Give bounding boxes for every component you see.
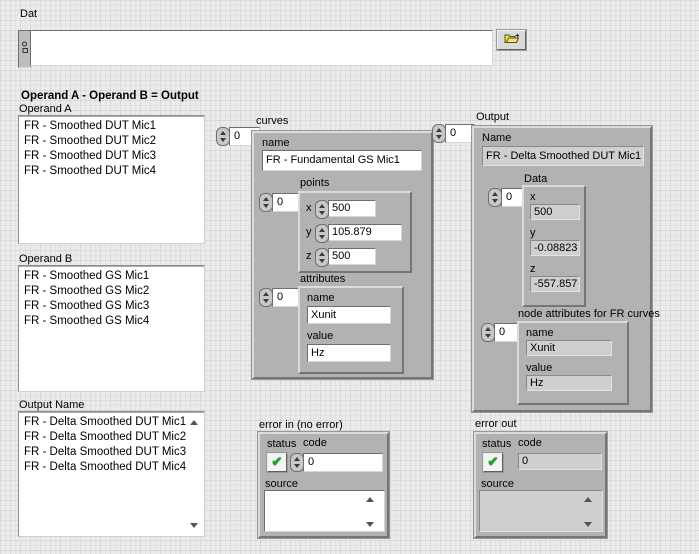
error-out-code-field: 0 <box>518 453 602 470</box>
operand-a-label: Operand A <box>19 103 72 115</box>
attribute-value-field[interactable]: Hz <box>307 344 391 362</box>
z-value-field[interactable]: 500 <box>328 248 376 265</box>
list-item[interactable]: FR - Smoothed GS Mic4 <box>24 314 204 329</box>
y-label: y <box>306 226 312 238</box>
operand-a-listbox[interactable]: FR - Smoothed DUT Mic1FR - Smoothed DUT … <box>18 115 205 244</box>
list-item[interactable]: FR - Delta Smoothed DUT Mic3 <box>24 445 204 460</box>
attribute-name-field[interactable]: Xunit <box>307 306 391 324</box>
error-in-code-field[interactable]: 0 <box>303 453 383 472</box>
error-out-source-label: source <box>481 478 514 490</box>
curves-index-spinner[interactable] <box>216 127 230 146</box>
list-item[interactable]: FR - Delta Smoothed DUT Mic2 <box>24 430 204 445</box>
points-label: points <box>300 177 329 189</box>
list-item[interactable]: FR - Smoothed DUT Mic1 <box>24 119 204 134</box>
data-x-label: x <box>530 191 536 203</box>
output-name-listbox[interactable]: FR - Delta Smoothed DUT Mic1FR - Delta S… <box>18 411 205 537</box>
error-in-code-label: code <box>303 437 327 449</box>
list-item[interactable]: FR - Smoothed GS Mic1 <box>24 269 204 284</box>
attributes-label: attributes <box>300 273 345 285</box>
node-attributes-cluster: name Xunit value Hz <box>517 321 629 405</box>
data-label: Data <box>524 173 547 185</box>
front-panel: Dat Operand A - Operand B = Output Opera… <box>0 0 699 554</box>
output-name-label: Output Name <box>19 399 84 411</box>
error-out-status-label: status <box>482 438 511 450</box>
y-spinner[interactable] <box>315 224 329 243</box>
output-name-field-label: Name <box>482 132 511 144</box>
output-cluster: Name FR - Delta Smoothed DUT Mic1 Data 0… <box>472 126 652 412</box>
node-attr-value-field: Hz <box>526 375 612 391</box>
list-item[interactable]: FR - Smoothed GS Mic2 <box>24 284 204 299</box>
output-index-spinner[interactable] <box>432 124 446 143</box>
data-z-label: z <box>530 263 536 275</box>
path-input[interactable] <box>30 30 493 66</box>
scroll-down-icon[interactable] <box>584 522 592 527</box>
output-index-field[interactable]: 0 <box>445 124 475 143</box>
error-in-status-label: status <box>267 438 296 450</box>
scroll-up-icon[interactable] <box>366 497 374 502</box>
browse-button[interactable] <box>497 30 526 50</box>
x-value-field[interactable]: 500 <box>328 200 376 217</box>
error-in-label: error in (no error) <box>259 419 343 431</box>
data-y-label: y <box>530 227 536 239</box>
operand-b-listbox[interactable]: FR - Smoothed GS Mic1FR - Smoothed GS Mi… <box>18 265 205 392</box>
list-item[interactable]: FR - Smoothed DUT Mic2 <box>24 134 204 149</box>
output-name-field: FR - Delta Smoothed DUT Mic1 <box>482 146 644 166</box>
data-y-field: -0.08823 <box>530 240 580 256</box>
curve-name-field[interactable]: FR - Fundamental GS Mic1 <box>262 150 422 171</box>
green-check-icon: ✔ <box>272 454 283 469</box>
node-attr-name-field: Xunit <box>526 340 612 356</box>
x-label: x <box>306 202 312 214</box>
node-attr-name-label: name <box>526 327 554 339</box>
curves-cluster: name FR - Fundamental GS Mic1 points 0 x… <box>252 131 433 379</box>
operand-b-label: Operand B <box>19 253 72 265</box>
scroll-down-icon[interactable] <box>366 522 374 527</box>
error-in-code-spinner[interactable] <box>290 453 304 472</box>
scroll-down-icon[interactable] <box>190 523 198 528</box>
error-out-label: error out <box>475 418 517 430</box>
x-spinner[interactable] <box>315 200 329 219</box>
data-x-field: 500 <box>530 204 580 220</box>
data-z-field: -557.857 <box>530 276 580 292</box>
error-out-status-indicator: ✔ <box>483 453 503 472</box>
list-item[interactable]: FR - Smoothed DUT Mic4 <box>24 164 204 179</box>
points-cluster: x 500 y 105.879 z 500 <box>298 191 412 273</box>
green-check-icon: ✔ <box>488 454 499 469</box>
error-out-code-label: code <box>518 437 542 449</box>
scroll-up-icon[interactable] <box>190 420 198 425</box>
z-label: z <box>306 250 312 262</box>
z-spinner[interactable] <box>315 248 329 267</box>
y-value-field[interactable]: 105.879 <box>328 224 402 241</box>
curves-label: curves <box>256 115 288 127</box>
list-item[interactable]: FR - Smoothed DUT Mic3 <box>24 149 204 164</box>
list-item[interactable]: FR - Delta Smoothed DUT Mic4 <box>24 460 204 475</box>
open-folder-icon <box>504 33 520 47</box>
error-in-source-label: source <box>265 478 298 490</box>
path-symbol-icon <box>21 41 29 57</box>
error-out-cluster: status code ✔ 0 source <box>474 432 607 538</box>
attribute-name-label: name <box>307 292 335 304</box>
node-attributes-index-spinner[interactable] <box>481 323 495 342</box>
list-item[interactable]: FR - Smoothed GS Mic3 <box>24 299 204 314</box>
error-in-status-button[interactable]: ✔ <box>267 453 287 472</box>
points-index-spinner[interactable] <box>259 193 273 212</box>
curve-name-label: name <box>262 137 290 149</box>
attributes-index-spinner[interactable] <box>259 288 273 307</box>
equation-heading: Operand A - Operand B = Output <box>21 90 199 102</box>
path-control-label: Dat <box>20 8 37 20</box>
output-label: Output <box>476 111 509 123</box>
attribute-value-label: value <box>307 330 333 342</box>
node-attributes-label: node attributes for FR curves <box>518 308 660 320</box>
error-in-cluster: status code ✔ 0 source <box>258 432 389 538</box>
data-index-spinner[interactable] <box>488 188 502 207</box>
data-cluster: x 500 y -0.08823 z -557.857 <box>522 185 586 307</box>
list-item[interactable]: FR - Delta Smoothed DUT Mic1 <box>24 415 204 430</box>
node-attr-value-label: value <box>526 362 552 374</box>
scroll-up-icon[interactable] <box>584 497 592 502</box>
attributes-cluster: name Xunit value Hz <box>298 286 404 374</box>
